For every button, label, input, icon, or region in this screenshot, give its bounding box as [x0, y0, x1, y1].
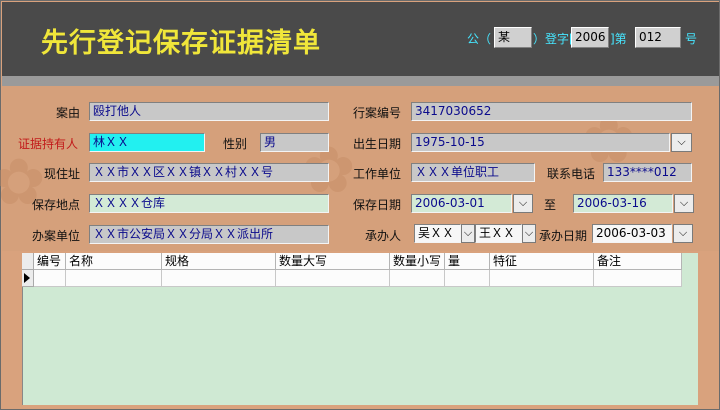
employer-label: 工作单位: [353, 167, 402, 181]
table-cell[interactable]: [390, 270, 445, 287]
page-title: 先行登记保存证据清单: [41, 28, 321, 59]
handler-1-field[interactable]: 吴ＸＸ: [414, 224, 461, 243]
col-header-unit[interactable]: 量: [445, 253, 490, 270]
end-date-dropdown[interactable]: ⌵: [674, 194, 694, 213]
col-header-name[interactable]: 名称: [66, 253, 162, 270]
number-suffix: 号: [685, 32, 698, 46]
grid-corner: [22, 253, 34, 270]
employer-field[interactable]: ＸＸＸ单位职工: [411, 163, 535, 182]
case-number-label: 行案编号: [353, 106, 402, 120]
birth-date-label: 出生日期: [353, 137, 402, 151]
save-date-label: 保存日期: [353, 198, 402, 212]
phone-field[interactable]: 133****012: [603, 163, 692, 182]
table-cell[interactable]: [594, 270, 682, 287]
org-code-field[interactable]: 某: [494, 27, 532, 48]
handle-date-label: 承办日期: [539, 229, 588, 243]
office-label: 办案单位: [32, 229, 81, 243]
address-label: 现住址: [44, 167, 81, 181]
holder-field[interactable]: 林ＸＸ: [89, 133, 205, 152]
register-prefix: 公（: [467, 32, 492, 46]
gender-field[interactable]: 男: [260, 133, 329, 152]
table-cell[interactable]: [445, 270, 490, 287]
handler-2-dropdown[interactable]: ⌵: [522, 224, 536, 243]
col-header-qty-upper[interactable]: 数量大写: [276, 253, 390, 270]
handler-1-dropdown[interactable]: ⌵: [461, 224, 475, 243]
number-prefix: ]第: [610, 32, 627, 46]
chevron-down-icon: ⌵: [677, 135, 686, 148]
save-date-field[interactable]: 2006-03-01: [411, 194, 512, 213]
location-label: 保存地点: [32, 198, 81, 212]
handle-date-dropdown[interactable]: ⌵: [673, 224, 693, 243]
chevron-down-icon: ⌵: [463, 226, 473, 239]
office-field[interactable]: ＸＸ市公安局ＸＸ分局ＸＸ派出所: [89, 225, 329, 244]
chevron-down-icon: ⌵: [518, 196, 528, 209]
col-header-spec[interactable]: 规格: [162, 253, 276, 270]
chevron-down-icon: ⌵: [524, 226, 534, 239]
to-label: 至: [544, 198, 557, 212]
chevron-down-icon: ⌵: [679, 196, 689, 209]
address-field[interactable]: ＸＸ市ＸＸ区ＸＸ镇ＸＸ村ＸＸ号: [89, 163, 329, 182]
case-number-field[interactable]: 3417030652: [411, 102, 692, 121]
register-label: ）登字[: [533, 32, 574, 46]
row-selector[interactable]: [22, 270, 34, 287]
table-cell[interactable]: [34, 270, 66, 287]
birth-date-field[interactable]: 1975-10-15: [411, 133, 670, 152]
handler-label: 承办人: [365, 229, 402, 243]
table-cell[interactable]: [66, 270, 162, 287]
end-date-field[interactable]: 2006-03-16: [573, 194, 673, 213]
gender-label: 性别: [223, 137, 248, 151]
col-header-remark[interactable]: 备注: [594, 253, 682, 270]
col-header-qty-lower[interactable]: 数量小写: [390, 253, 445, 270]
evidence-list-window: 先行登记保存证据清单 公（ 某 ）登字[ 2006 ]第 012 号 ✿ ✿ ✿…: [0, 0, 720, 410]
handler-2-field[interactable]: 王ＸＸ: [475, 224, 522, 243]
handle-date-field[interactable]: 2006-03-03: [592, 224, 672, 243]
case-reason-label: 案由: [56, 106, 81, 120]
table-cell[interactable]: [276, 270, 390, 287]
number-field[interactable]: 012: [635, 27, 681, 48]
location-field[interactable]: ＸＸＸＸ仓库: [89, 194, 329, 213]
save-date-dropdown[interactable]: ⌵: [513, 194, 533, 213]
birth-date-dropdown[interactable]: ⌵: [671, 133, 692, 152]
case-reason-field[interactable]: 殴打他人: [89, 102, 329, 121]
table-cell[interactable]: [490, 270, 594, 287]
phone-label: 联系电话: [547, 167, 596, 181]
year-field[interactable]: 2006: [571, 27, 609, 48]
row-pointer-icon: [24, 273, 30, 283]
separator-band: [2, 76, 719, 86]
evidence-grid-table[interactable]: 编号 名称 规格 数量大写 数量小写 量 特征 备注: [22, 253, 682, 288]
holder-label: 证据持有人: [18, 137, 79, 151]
col-header-feature[interactable]: 特征: [490, 253, 594, 270]
chevron-down-icon: ⌵: [678, 226, 688, 239]
col-header-number[interactable]: 编号: [34, 253, 66, 270]
table-cell[interactable]: [162, 270, 276, 287]
